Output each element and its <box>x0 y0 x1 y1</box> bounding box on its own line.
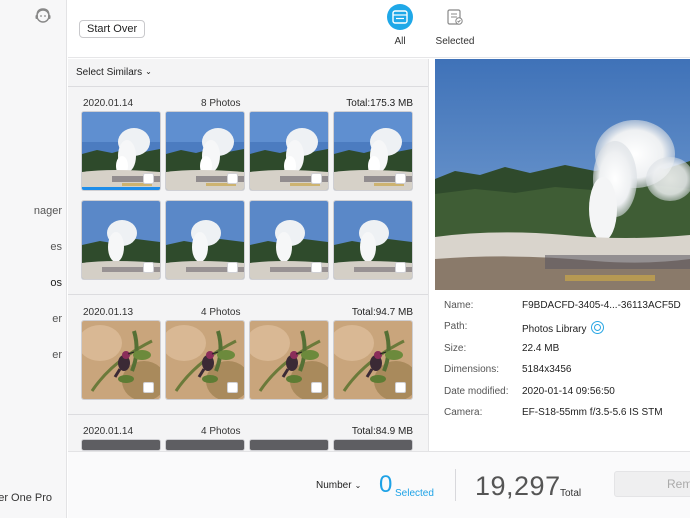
group-count: 4 Photos <box>201 307 241 318</box>
group-header: 2020.01.14 4 Photos Total:84.9 MB <box>68 422 428 440</box>
sidebar: nager es os er er ner One Pro <box>0 0 67 518</box>
sort-label: Number <box>316 480 352 491</box>
select-similars-dropdown[interactable]: Select Similars ⌄ <box>76 67 152 78</box>
sidebar-item-photos[interactable]: os <box>50 277 62 289</box>
reveal-in-finder-icon[interactable] <box>591 321 605 334</box>
select-checkbox[interactable] <box>311 262 322 273</box>
photo-thumbnail[interactable] <box>82 112 160 190</box>
photo-thumbnail[interactable] <box>166 440 244 450</box>
select-checkbox[interactable] <box>227 173 238 184</box>
photo-thumbnail[interactable] <box>82 321 160 399</box>
select-similars-label: Select Similars <box>76 67 143 78</box>
product-name: ner One Pro <box>0 492 52 504</box>
all-photos-icon <box>387 4 413 30</box>
path-value: Photos Library <box>522 324 587 335</box>
detail-row-dimensions: Dimensions: 5184x3456 <box>435 364 690 380</box>
selected-label: Selected <box>395 488 434 499</box>
selected-list-icon <box>442 4 468 30</box>
photo-thumbnail[interactable] <box>250 201 328 279</box>
similar-photos-list[interactable]: Select Similars ⌄ 2020.01.14 8 Photos Tot… <box>68 59 429 451</box>
remove-button[interactable]: Rem <box>614 471 690 497</box>
sidebar-item-other[interactable]: er <box>52 349 62 361</box>
select-checkbox[interactable] <box>143 173 154 184</box>
detail-key: Path: <box>444 321 468 332</box>
support-icon[interactable] <box>33 7 53 25</box>
sort-dropdown[interactable]: Number ⌄ <box>316 480 361 491</box>
group-count: 8 Photos <box>201 98 241 109</box>
detail-value: 2020-01-14 09:56:50 <box>522 386 615 397</box>
photo-thumbnail[interactable] <box>334 321 412 399</box>
photo-thumbnail[interactable] <box>334 112 412 190</box>
photo-thumbnail[interactable] <box>82 201 160 279</box>
divider <box>68 294 428 295</box>
photo-thumbnail[interactable] <box>250 112 328 190</box>
detail-value: Photos Library <box>522 321 605 335</box>
detail-key: Date modified: <box>444 386 509 397</box>
geyser-photo <box>435 59 690 290</box>
total-label: Total <box>560 488 582 499</box>
select-checkbox[interactable] <box>143 382 154 393</box>
detail-key: Dimensions: <box>444 364 500 375</box>
photo-thumbnail[interactable] <box>82 440 160 450</box>
group-count: 4 Photos <box>201 426 241 437</box>
divider <box>455 469 456 501</box>
select-checkbox[interactable] <box>143 262 154 273</box>
photo-thumbnail[interactable] <box>334 201 412 279</box>
detail-row-date-modified: Date modified: 2020-01-14 09:56:50 <box>435 386 690 402</box>
chevron-down-icon: ⌄ <box>145 67 152 76</box>
photo-thumbnail[interactable] <box>166 321 244 399</box>
detail-row-name: Name: F9BDACFD-3405-4...-36113ACF5D <box>435 300 690 316</box>
detail-row-size: Size: 22.4 MB <box>435 343 690 359</box>
group-date: 2020.01.14 <box>83 98 134 109</box>
photo-thumbnail[interactable] <box>250 321 328 399</box>
toolbar: Start Over All Selected <box>68 0 690 58</box>
detail-key: Size: <box>444 343 467 354</box>
detail-key: Name: <box>444 300 474 311</box>
detail-row-path: Path: Photos Library <box>435 321 690 337</box>
selected-count: 0 <box>379 471 393 498</box>
group-header: 2020.01.14 8 Photos Total:175.3 MB <box>68 94 428 112</box>
chevron-down-icon: ⌄ <box>354 481 362 490</box>
sidebar-item-finder[interactable]: er <box>52 313 62 325</box>
select-checkbox[interactable] <box>311 173 322 184</box>
photo-thumbnail[interactable] <box>166 112 244 190</box>
photo-thumbnail[interactable] <box>166 201 244 279</box>
detail-value: 22.4 MB <box>522 343 560 354</box>
select-checkbox[interactable] <box>311 382 322 393</box>
detail-row-camera: Camera: EF-S18-55mm f/3.5-5.6 IS STM <box>435 407 690 423</box>
photo-thumbnail[interactable] <box>250 440 328 450</box>
detail-key: Camera: <box>444 407 483 418</box>
detail-value: 5184x3456 <box>522 364 572 375</box>
tab-selected-label: Selected <box>435 36 475 47</box>
detail-value: F9BDACFD-3405-4...-36113ACF5D <box>522 300 681 311</box>
group-date: 2020.01.14 <box>83 426 134 437</box>
group-total: Total:175.3 MB <box>346 98 413 109</box>
select-checkbox[interactable] <box>395 382 406 393</box>
group-total: Total:84.9 MB <box>351 426 413 437</box>
group-total: Total:94.7 MB <box>351 307 413 318</box>
divider <box>68 86 428 87</box>
bottom-bar: Number ⌄ 0 Selected 19,297 Total Rem <box>68 451 690 518</box>
select-checkbox[interactable] <box>227 382 238 393</box>
group-header: 2020.01.13 4 Photos Total:94.7 MB <box>68 303 428 321</box>
divider <box>68 414 428 415</box>
start-over-button[interactable]: Start Over <box>79 20 146 38</box>
sidebar-item-manager[interactable]: nager <box>34 205 62 217</box>
total-count: 19,297 <box>475 471 561 501</box>
group-date: 2020.01.13 <box>83 307 134 318</box>
sidebar-item-files[interactable]: es <box>50 241 62 253</box>
select-checkbox[interactable] <box>227 262 238 273</box>
photo-preview[interactable] <box>435 59 690 290</box>
select-checkbox[interactable] <box>395 173 406 184</box>
tab-selected[interactable]: Selected <box>420 4 490 47</box>
select-checkbox[interactable] <box>395 262 406 273</box>
detail-value: EF-S18-55mm f/3.5-5.6 IS STM <box>522 407 663 418</box>
photo-thumbnail[interactable] <box>334 440 412 450</box>
